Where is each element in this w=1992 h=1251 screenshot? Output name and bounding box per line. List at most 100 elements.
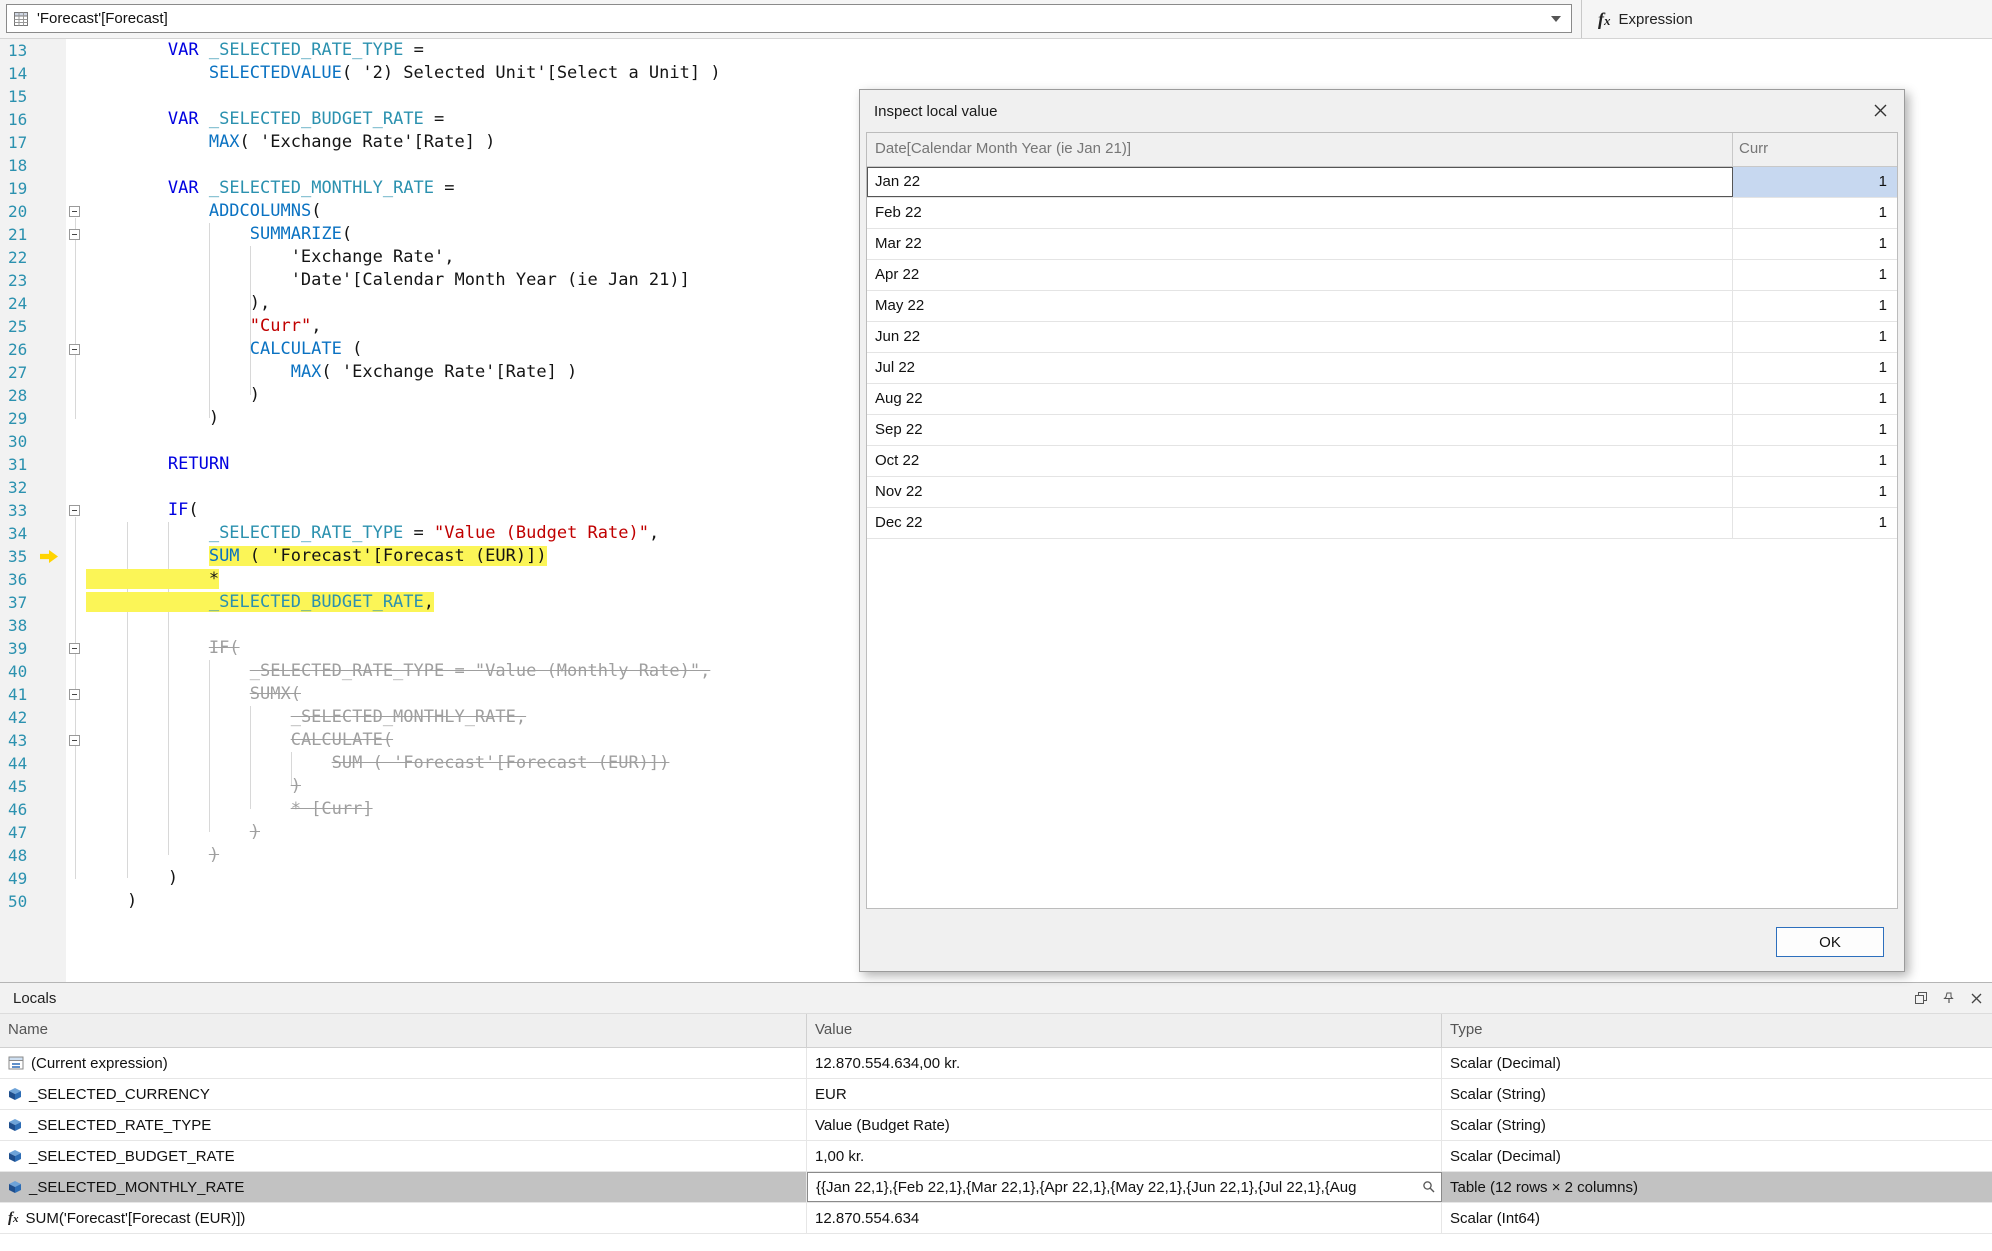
- curr-cell[interactable]: 1: [1733, 415, 1897, 445]
- local-value-cell[interactable]: 12.870.554.634: [807, 1203, 1442, 1233]
- local-value-cell[interactable]: EUR: [807, 1079, 1442, 1109]
- local-name-cell[interactable]: _SELECTED_BUDGET_RATE: [0, 1141, 807, 1171]
- code-text: *: [86, 568, 219, 591]
- local-name-cell[interactable]: _SELECTED_MONTHLY_RATE: [0, 1172, 807, 1202]
- pin-icon[interactable]: [1943, 992, 1955, 1004]
- column-header-value[interactable]: Value: [807, 1014, 1442, 1047]
- code-text: ): [86, 407, 219, 430]
- code-text: ): [86, 844, 219, 867]
- fold-marker[interactable]: [69, 206, 80, 217]
- date-cell[interactable]: Jul 22: [867, 353, 1733, 383]
- inspect-grid: Date[Calendar Month Year (ie Jan 21)] Cu…: [866, 132, 1898, 909]
- curr-cell[interactable]: 1: [1733, 291, 1897, 321]
- locals-row[interactable]: _SELECTED_BUDGET_RATE1,00 kr.Scalar (Dec…: [0, 1141, 1992, 1172]
- chevron-down-icon[interactable]: [1551, 16, 1561, 22]
- column-header-date[interactable]: Date[Calendar Month Year (ie Jan 21)]: [867, 133, 1733, 166]
- fold-margin: [66, 637, 86, 660]
- curr-cell[interactable]: 1: [1733, 322, 1897, 352]
- local-name-cell[interactable]: fxSUM('Forecast'[Forecast (EUR)]): [0, 1203, 807, 1233]
- inspect-row[interactable]: Jun 221: [867, 322, 1897, 353]
- locals-row[interactable]: fxSUM('Forecast'[Forecast (EUR)])12.870.…: [0, 1203, 1992, 1234]
- date-cell[interactable]: Jun 22: [867, 322, 1733, 352]
- local-name-cell[interactable]: (Current expression): [0, 1048, 807, 1078]
- line-number: 36: [0, 568, 66, 591]
- inspect-row[interactable]: May 221: [867, 291, 1897, 322]
- search-icon[interactable]: [1422, 1180, 1436, 1194]
- column-header-type[interactable]: Type: [1442, 1014, 1992, 1047]
- fold-marker[interactable]: [69, 344, 80, 355]
- line-number: 38: [0, 614, 66, 637]
- close-icon[interactable]: [1873, 103, 1888, 118]
- fold-margin: [66, 361, 86, 384]
- date-cell[interactable]: Jan 22: [867, 167, 1733, 197]
- local-type: Scalar (Decimal): [1442, 1048, 1992, 1078]
- local-name-cell[interactable]: _SELECTED_RATE_TYPE: [0, 1110, 807, 1140]
- local-name: _SELECTED_RATE_TYPE: [29, 1117, 211, 1134]
- code-text: IF(: [86, 499, 199, 522]
- code-text: _SELECTED_MONTHLY_RATE,: [86, 706, 526, 729]
- inspect-row[interactable]: Aug 221: [867, 384, 1897, 415]
- local-value-cell[interactable]: {{Jan 22,1},{Feb 22,1},{Mar 22,1},{Apr 2…: [807, 1172, 1442, 1202]
- inspect-row[interactable]: Mar 221: [867, 229, 1897, 260]
- date-cell[interactable]: Mar 22: [867, 229, 1733, 259]
- code-line[interactable]: 14 SELECTEDVALUE( '2) Selected Unit'[Sel…: [0, 62, 1992, 85]
- locals-row[interactable]: (Current expression)12.870.554.634,00 kr…: [0, 1048, 1992, 1079]
- inspect-row[interactable]: Feb 221: [867, 198, 1897, 229]
- inspect-row[interactable]: Apr 221: [867, 260, 1897, 291]
- inspect-row[interactable]: Nov 221: [867, 477, 1897, 508]
- date-cell[interactable]: Aug 22: [867, 384, 1733, 414]
- fold-margin: [66, 430, 86, 453]
- close-icon[interactable]: [1971, 993, 1982, 1004]
- restore-window-icon[interactable]: [1915, 992, 1927, 1004]
- inspect-row[interactable]: Jan 221: [867, 167, 1897, 198]
- curr-cell[interactable]: 1: [1733, 384, 1897, 414]
- curr-cell[interactable]: 1: [1733, 353, 1897, 383]
- date-cell[interactable]: Feb 22: [867, 198, 1733, 228]
- inspect-row[interactable]: Jul 221: [867, 353, 1897, 384]
- code-text: SUMX(: [86, 683, 301, 706]
- expression-selector[interactable]: 'Forecast'[Forecast]: [6, 4, 1572, 33]
- curr-cell[interactable]: 1: [1733, 508, 1897, 538]
- column-header-name[interactable]: Name: [0, 1014, 807, 1047]
- code-line[interactable]: 13 VAR _SELECTED_RATE_TYPE =: [0, 39, 1992, 62]
- locals-row[interactable]: _SELECTED_CURRENCYEURScalar (String): [0, 1079, 1992, 1110]
- fold-marker[interactable]: [69, 689, 80, 700]
- inspect-row[interactable]: Oct 221: [867, 446, 1897, 477]
- column-header-curr[interactable]: Curr: [1733, 133, 1897, 166]
- inspect-row[interactable]: Sep 221: [867, 415, 1897, 446]
- curr-cell[interactable]: 1: [1733, 229, 1897, 259]
- inspect-row[interactable]: Dec 221: [867, 508, 1897, 539]
- date-cell[interactable]: May 22: [867, 291, 1733, 321]
- variable-icon: [8, 1087, 22, 1101]
- fold-margin: [66, 453, 86, 476]
- date-cell[interactable]: Dec 22: [867, 508, 1733, 538]
- local-name-cell[interactable]: _SELECTED_CURRENCY: [0, 1079, 807, 1109]
- date-cell[interactable]: Oct 22: [867, 446, 1733, 476]
- line-number: 47: [0, 821, 66, 844]
- curr-cell[interactable]: 1: [1733, 167, 1897, 197]
- fold-marker[interactable]: [69, 735, 80, 746]
- fold-marker[interactable]: [69, 643, 80, 654]
- line-number: 41: [0, 683, 66, 706]
- fold-margin: [66, 706, 86, 729]
- curr-cell[interactable]: 1: [1733, 446, 1897, 476]
- code-text: ): [86, 384, 260, 407]
- fold-marker[interactable]: [69, 505, 80, 516]
- date-cell[interactable]: Nov 22: [867, 477, 1733, 507]
- line-number: 22: [0, 246, 66, 269]
- fold-marker[interactable]: [69, 229, 80, 240]
- local-value-cell[interactable]: Value (Budget Rate): [807, 1110, 1442, 1140]
- local-value-cell[interactable]: 1,00 kr.: [807, 1141, 1442, 1171]
- curr-cell[interactable]: 1: [1733, 477, 1897, 507]
- local-value-cell[interactable]: 12.870.554.634,00 kr.: [807, 1048, 1442, 1078]
- curr-cell[interactable]: 1: [1733, 198, 1897, 228]
- date-cell[interactable]: Apr 22: [867, 260, 1733, 290]
- ok-button[interactable]: OK: [1776, 927, 1884, 957]
- fold-margin: [66, 890, 86, 913]
- locals-row[interactable]: _SELECTED_MONTHLY_RATE{{Jan 22,1},{Feb 2…: [0, 1172, 1992, 1203]
- locals-panel: Locals Name Value Type (Current expressi…: [0, 982, 1992, 1251]
- date-cell[interactable]: Sep 22: [867, 415, 1733, 445]
- fold-margin: [66, 292, 86, 315]
- locals-row[interactable]: _SELECTED_RATE_TYPEValue (Budget Rate)Sc…: [0, 1110, 1992, 1141]
- curr-cell[interactable]: 1: [1733, 260, 1897, 290]
